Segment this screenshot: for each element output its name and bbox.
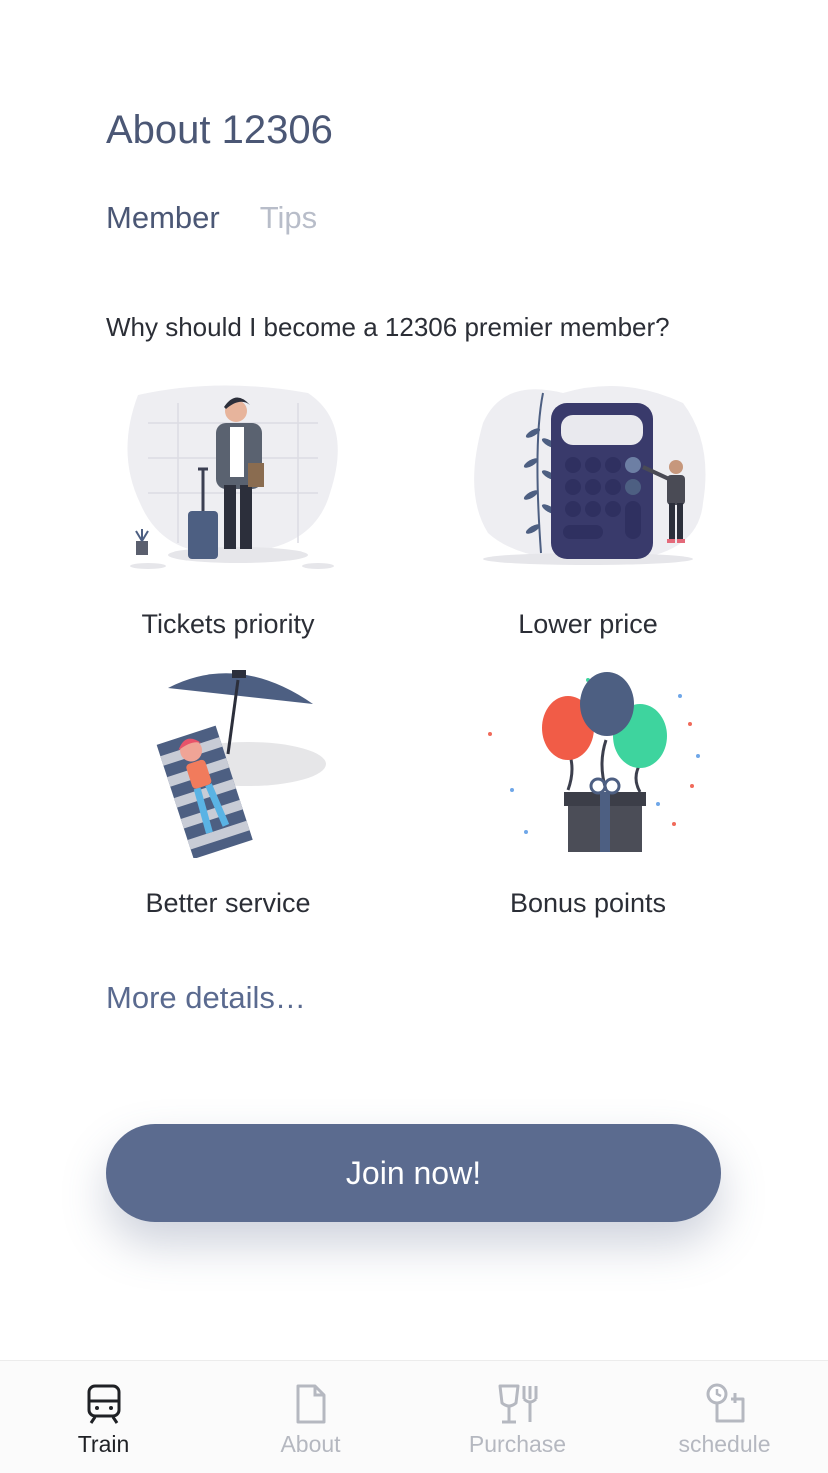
tabbar-item-about[interactable]: About — [207, 1361, 414, 1473]
dining-icon — [498, 1384, 537, 1424]
tabbar-label: Purchase — [468, 1431, 567, 1457]
tab-member[interactable]: Member — [106, 200, 220, 236]
train-icon — [87, 1384, 120, 1424]
benefit-label: Lower price — [518, 609, 658, 639]
benefit-lower-price: Lower price — [408, 383, 768, 640]
schedule-icon — [706, 1383, 744, 1423]
benefit-label: Bonus points — [509, 888, 667, 918]
benefit-bonus-points: Bonus points — [408, 668, 768, 919]
tabbar-label: schedule — [678, 1431, 771, 1457]
more-details-link[interactable]: More details… — [106, 980, 306, 1016]
traveler-illustration — [127, 385, 338, 569]
tabbar-item-purchase[interactable]: Purchase — [414, 1361, 621, 1473]
segment-tabs: Member Tips — [106, 200, 317, 236]
membership-question: Why should I become a 12306 premier memb… — [106, 312, 670, 342]
tabbar-label: Train — [77, 1431, 130, 1457]
tab-tips[interactable]: Tips — [260, 200, 317, 236]
beach-relax-illustration — [156, 670, 326, 858]
gift-balloons-illustration — [488, 672, 700, 852]
tabbar-item-schedule[interactable]: schedule — [621, 1361, 828, 1473]
document-icon — [296, 1384, 325, 1424]
tabbar-item-train[interactable]: Train — [0, 1361, 207, 1473]
bottom-tab-bar: Train About Purchase schedule — [0, 1360, 828, 1473]
benefit-label: Tickets priority — [141, 609, 315, 639]
calculator-illustration — [474, 385, 706, 565]
benefit-better-service: Better service — [48, 668, 408, 919]
benefit-label: Better service — [145, 888, 311, 918]
page-title: About 12306 — [106, 108, 333, 152]
tabbar-label: About — [280, 1431, 341, 1457]
benefit-tickets-priority: Tickets priority — [48, 383, 408, 640]
join-now-button[interactable]: Join now! — [106, 1124, 721, 1222]
